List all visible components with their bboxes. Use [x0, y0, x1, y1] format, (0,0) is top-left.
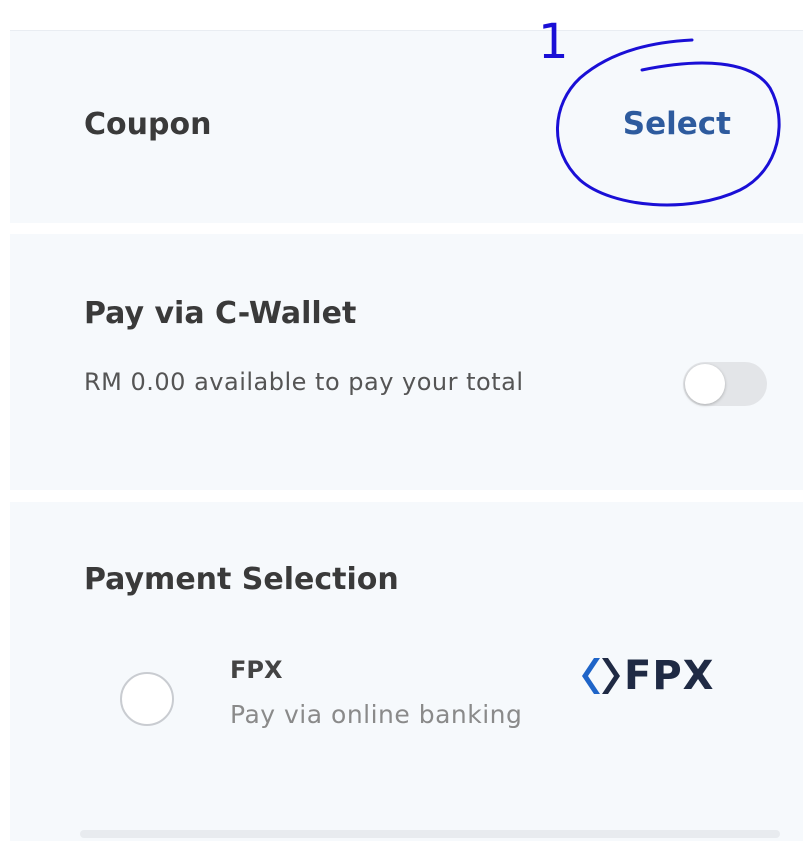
wallet-toggle[interactable]	[683, 362, 767, 406]
fpx-chevron-icon	[582, 658, 620, 694]
fpx-radio-button[interactable]	[120, 672, 174, 726]
fpx-logo: FPX	[580, 652, 714, 700]
section-divider	[80, 830, 780, 838]
wallet-title: Pay via C-Wallet	[84, 296, 357, 331]
payment-option-description: Pay via online banking	[230, 700, 523, 729]
coupon-title: Coupon	[84, 107, 212, 142]
payment-option-fpx[interactable]: FPX Pay via online banking FPX	[10, 632, 803, 762]
wallet-card: Pay via C-Wallet RM 0.00 available to pa…	[10, 234, 803, 490]
toggle-knob	[685, 364, 725, 404]
payment-card: Payment Selection FPX Pay via online ban…	[10, 502, 803, 841]
fpx-logo-text: FPX	[624, 653, 715, 699]
checkout-page: Coupon Select Pay via C-Wallet RM 0.00 a…	[0, 0, 803, 841]
coupon-card: Coupon Select	[10, 30, 803, 223]
wallet-balance-text: RM 0.00 available to pay your total	[84, 368, 524, 396]
payment-option-name: FPX	[230, 656, 283, 684]
select-coupon-button[interactable]: Select	[623, 106, 731, 142]
payment-selection-title: Payment Selection	[84, 562, 399, 597]
